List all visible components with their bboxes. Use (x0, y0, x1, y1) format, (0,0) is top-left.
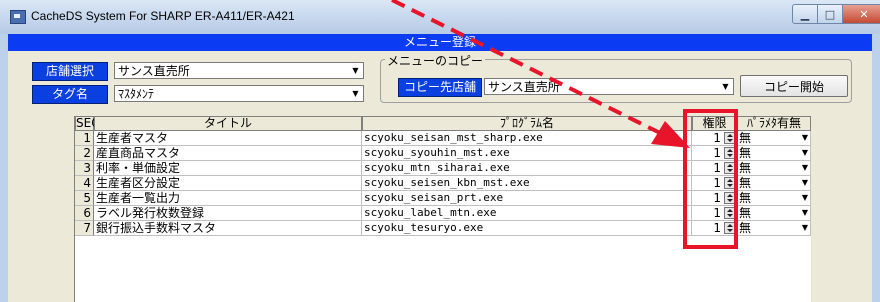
cell-seq-text: 5 (83, 191, 91, 205)
cell-title[interactable]: 生産者マスタ (94, 131, 362, 146)
minimize-button[interactable]: ▁ (792, 4, 818, 24)
cell-program-text: scyoku_tesuryo.exe (364, 221, 484, 234)
cell-seq-text: 2 (83, 146, 91, 160)
store-select-value: サンス直売所 (118, 64, 190, 78)
cell-seq-text: 4 (83, 176, 91, 190)
cell-seq: 6 (75, 206, 94, 221)
cell-title-text: 生産者一覧出力 (96, 191, 181, 205)
cell-param[interactable]: 無 ▼ (737, 176, 811, 191)
cell-seq: 5 (75, 191, 94, 206)
cell-title[interactable]: 銀行振込手数料マスタ (94, 221, 362, 236)
cell-program-text: scyoku_label_mtn.exe (364, 206, 497, 219)
cell-seq: 2 (75, 146, 94, 161)
chevron-down-icon[interactable]: ▼ (802, 146, 808, 160)
cell-param[interactable]: 無 ▼ (737, 146, 811, 161)
tag-select[interactable]: ﾏｽﾀﾒﾝﾃ ▼ (114, 85, 364, 102)
col-header-seq: SEQ (75, 116, 101, 131)
cell-param-text: 無 (739, 221, 752, 235)
cell-param-text: 無 (739, 206, 752, 220)
cell-program[interactable]: scyoku_syouhin_mst.exe (362, 146, 692, 161)
cell-param[interactable]: 無 ▼ (737, 191, 811, 206)
window-controls: ▁ □ ✕ (792, 4, 880, 24)
col-header-param: ﾊﾟﾗﾒﾀ有無 (737, 116, 811, 131)
annotation-highlight-box (683, 109, 738, 249)
cell-title[interactable]: ラベル発行枚数登録 (94, 206, 362, 221)
chevron-down-icon[interactable]: ▼ (802, 176, 808, 190)
chevron-down-icon[interactable]: ▼ (802, 191, 808, 205)
cell-seq: 1 (75, 131, 94, 146)
cell-title[interactable]: 生産者一覧出力 (94, 191, 362, 206)
cell-param[interactable]: 無 ▼ (737, 221, 811, 236)
cell-title[interactable]: 生産者区分設定 (94, 176, 362, 191)
cell-param-text: 無 (739, 131, 752, 145)
copy-start-button[interactable]: コピー開始 (740, 75, 848, 97)
copy-dest-select[interactable]: サンス直売所 ▼ (484, 78, 734, 95)
copy-dest-label: コピー先店舗 (398, 78, 482, 97)
cell-seq-text: 1 (83, 131, 91, 145)
tag-select-value: ﾏｽﾀﾒﾝﾃ (118, 87, 155, 101)
maximize-button[interactable]: □ (818, 4, 843, 24)
cell-program-text: scyoku_mtn_siharai.exe (364, 161, 510, 174)
chevron-down-icon[interactable]: ▼ (348, 63, 363, 78)
cell-title[interactable]: 産直商品マスタ (94, 146, 362, 161)
cell-program-text: scyoku_seisan_mst_sharp.exe (364, 131, 543, 144)
cell-seq-text: 3 (83, 161, 91, 175)
cell-title-text: 生産者マスタ (96, 131, 169, 145)
menu-header: メニュー登録 (8, 34, 872, 51)
cell-title-text: 利率・単価設定 (96, 161, 181, 175)
app-icon (10, 10, 26, 24)
tag-label: タグ名 (32, 85, 108, 104)
cell-param[interactable]: 無 ▼ (737, 161, 811, 176)
cell-seq: 3 (75, 161, 94, 176)
store-select[interactable]: サンス直売所 ▼ (114, 62, 364, 79)
cell-program[interactable]: scyoku_mtn_siharai.exe (362, 161, 692, 176)
cell-program-text: scyoku_syouhin_mst.exe (364, 146, 510, 159)
cell-seq-text: 6 (83, 206, 91, 220)
cell-title[interactable]: 利率・単価設定 (94, 161, 362, 176)
cell-param-text: 無 (739, 161, 752, 175)
window-title: CacheDS System For SHARP ER-A411/ER-A421 (31, 9, 295, 23)
cell-seq: 7 (75, 221, 94, 236)
chevron-down-icon[interactable]: ▼ (802, 206, 808, 220)
copy-dest-value: サンス直売所 (488, 80, 560, 94)
cell-param-text: 無 (739, 176, 752, 190)
cell-program[interactable]: scyoku_seisen_kbn_mst.exe (362, 176, 692, 191)
chevron-down-icon[interactable]: ▼ (802, 161, 808, 175)
cell-seq-text: 7 (83, 221, 91, 235)
cell-program[interactable]: scyoku_seisan_prt.exe (362, 191, 692, 206)
col-header-title: タイトル (94, 116, 362, 131)
window-titlebar: CacheDS System For SHARP ER-A411/ER-A421… (0, 0, 880, 35)
cell-program-text: scyoku_seisan_prt.exe (364, 191, 504, 204)
col-header-program: ﾌﾟﾛｸﾞﾗﾑ名 (362, 116, 692, 131)
cell-program[interactable]: scyoku_tesuryo.exe (362, 221, 692, 236)
cell-title-text: 生産者区分設定 (96, 176, 181, 190)
cell-program[interactable]: scyoku_seisan_mst_sharp.exe (362, 131, 692, 146)
cell-program-text: scyoku_seisen_kbn_mst.exe (364, 176, 530, 189)
cell-title-text: ラベル発行枚数登録 (96, 206, 205, 220)
cell-title-text: 産直商品マスタ (96, 146, 181, 160)
cell-param-text: 無 (739, 191, 752, 205)
chevron-down-icon[interactable]: ▼ (802, 131, 808, 145)
copy-group-label: メニューのコピー (385, 52, 486, 69)
cell-param-text: 無 (739, 146, 752, 160)
store-label: 店舗選択 (32, 62, 108, 81)
cell-param[interactable]: 無 ▼ (737, 131, 811, 146)
cell-title-text: 銀行振込手数料マスタ (96, 221, 217, 235)
chevron-down-icon[interactable]: ▼ (802, 221, 808, 235)
chevron-down-icon[interactable]: ▼ (348, 86, 363, 101)
cell-seq: 4 (75, 176, 94, 191)
cell-program[interactable]: scyoku_label_mtn.exe (362, 206, 692, 221)
close-button[interactable]: ✕ (843, 4, 880, 24)
cell-param[interactable]: 無 ▼ (737, 206, 811, 221)
chevron-down-icon[interactable]: ▼ (718, 79, 733, 94)
